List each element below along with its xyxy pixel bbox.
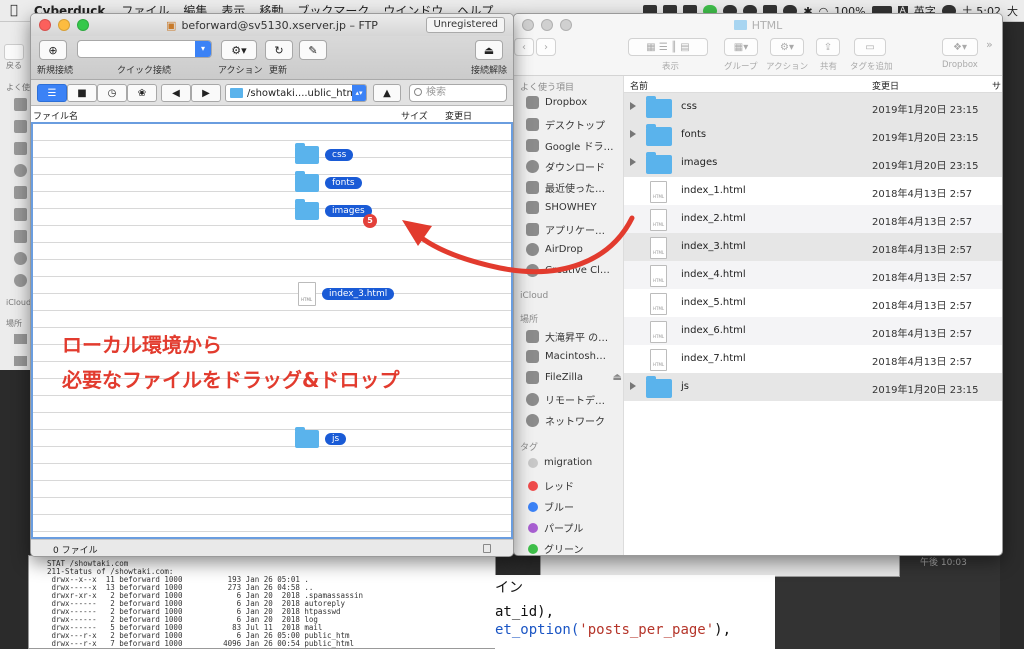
drag-arrow-overlay: [402, 215, 635, 275]
drag-arrow: [411, 215, 635, 275]
